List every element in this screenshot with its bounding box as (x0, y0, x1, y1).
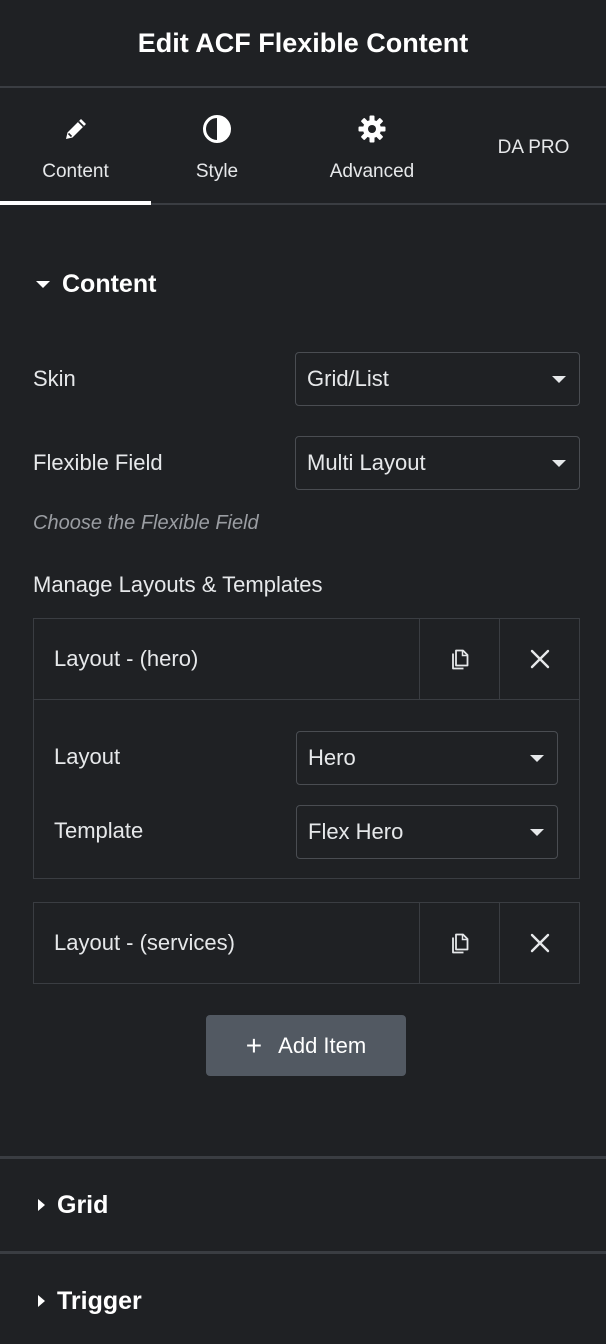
layout-value: Hero (308, 745, 356, 770)
manage-layouts-label: Manage Layouts & Templates (33, 572, 323, 597)
repeater-item: Layout - (hero) Layout Hero Template Fle… (33, 618, 580, 879)
caret-down-icon (36, 280, 50, 288)
repeater-item-header: Layout - (hero) (34, 619, 579, 699)
tab-advanced-label: Advanced (329, 161, 415, 182)
flexible-field-select[interactable]: Multi Layout (295, 436, 580, 490)
gear-icon (357, 114, 387, 144)
tab-da-pro[interactable]: DA PRO (461, 88, 606, 203)
copy-icon (452, 933, 469, 954)
tab-da-pro-label: DA PRO (497, 137, 570, 158)
skin-value: Grid/List (307, 366, 389, 391)
add-item-label: Add Item (278, 1032, 367, 1058)
caret-right-icon (38, 1199, 45, 1211)
section-divider (0, 1251, 606, 1254)
section-trigger-header[interactable]: Trigger (0, 1280, 606, 1322)
plus-icon: + (245, 1029, 263, 1061)
chevron-down-icon (530, 829, 544, 836)
flexible-field-help: Choose the Flexible Field (33, 512, 259, 534)
pencil-icon (61, 114, 91, 144)
panel-header: Edit ACF Flexible Content (0, 0, 606, 88)
tab-advanced[interactable]: Advanced (283, 88, 461, 203)
tab-bar: Content Style Advanced DA PRO (0, 88, 606, 205)
section-content-title: Content (62, 269, 157, 298)
chevron-down-icon (552, 460, 566, 467)
flexible-field-value: Multi Layout (307, 450, 426, 475)
template-select[interactable]: Flex Hero (296, 805, 558, 859)
section-divider (0, 1156, 606, 1159)
remove-button[interactable] (499, 619, 580, 699)
tab-content[interactable]: Content (0, 88, 151, 205)
close-icon (530, 649, 550, 669)
remove-button[interactable] (499, 903, 580, 983)
section-trigger-title: Trigger (57, 1286, 142, 1315)
section-content-header[interactable]: Content (0, 262, 606, 306)
template-label: Template (54, 818, 144, 843)
tab-style-label: Style (195, 161, 239, 182)
close-icon (530, 933, 550, 953)
duplicate-button[interactable] (419, 619, 500, 699)
skin-select[interactable]: Grid/List (295, 352, 580, 406)
chevron-down-icon (530, 755, 544, 762)
tab-style[interactable]: Style (151, 88, 283, 203)
flexible-field-label: Flexible Field (33, 450, 163, 475)
copy-icon (452, 649, 469, 670)
duplicate-button[interactable] (419, 903, 500, 983)
half-circle-icon (202, 114, 232, 144)
repeater-item-header: Layout - (services) (34, 903, 579, 983)
template-value: Flex Hero (308, 819, 404, 844)
layout-label: Layout (54, 744, 121, 769)
layout-select[interactable]: Hero (296, 731, 558, 785)
repeater-item: Layout - (services) (33, 902, 580, 984)
repeater-item-title[interactable]: Layout - (services) (54, 903, 235, 983)
tab-content-label: Content (42, 161, 109, 182)
section-grid-title: Grid (57, 1190, 109, 1219)
chevron-down-icon (552, 376, 566, 383)
section-grid-header[interactable]: Grid (0, 1184, 606, 1226)
active-tab-indicator (0, 201, 151, 205)
repeater-item-title[interactable]: Layout - (hero) (54, 619, 198, 699)
panel-title: Edit ACF Flexible Content (137, 27, 469, 58)
add-item-button[interactable]: + Add Item (206, 1015, 406, 1076)
repeater-item-body: Layout Hero Template Flex Hero (34, 699, 579, 878)
skin-label: Skin (33, 366, 76, 391)
caret-right-icon (38, 1295, 45, 1307)
